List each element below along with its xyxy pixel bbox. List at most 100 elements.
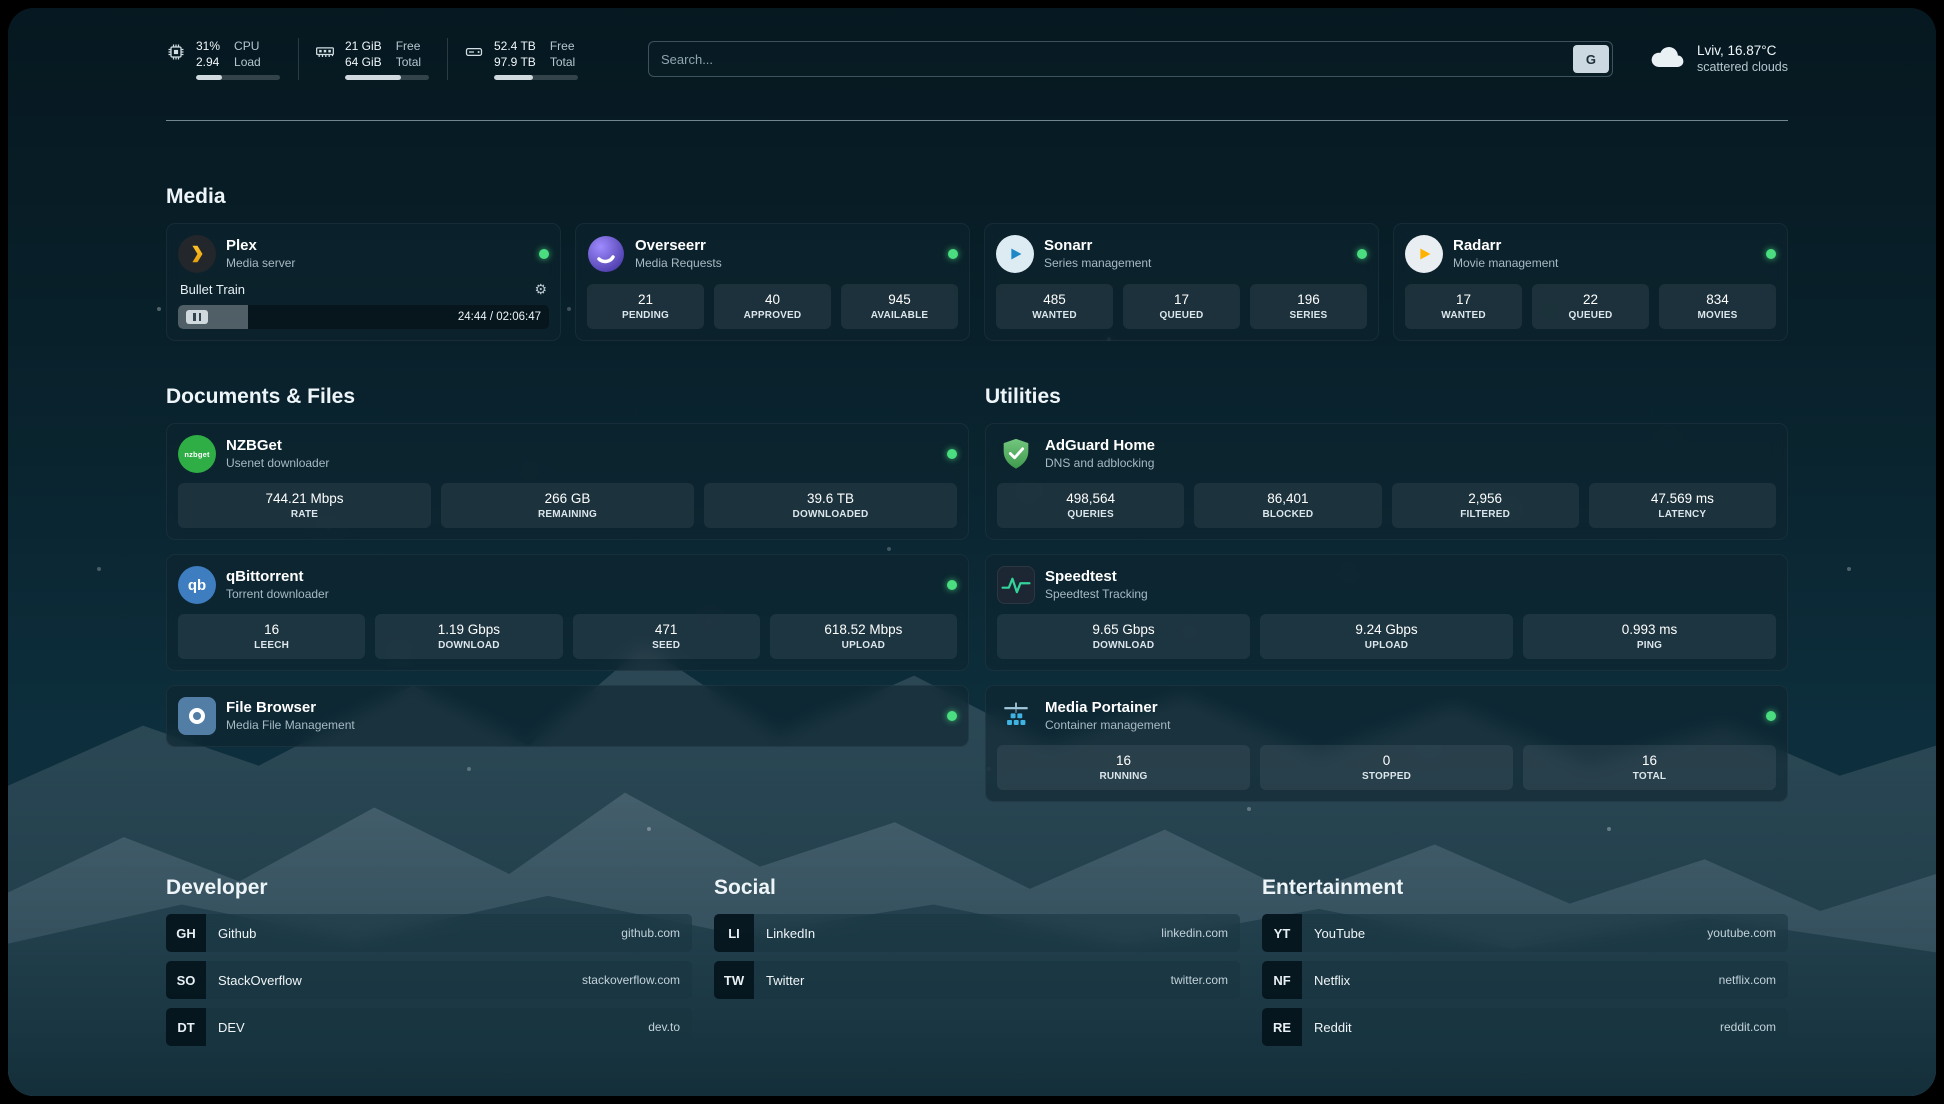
memory-free-value: 21 GiB (345, 38, 382, 54)
overseerr-icon (587, 235, 625, 273)
stat-value: 0 (1264, 753, 1509, 768)
disk-total-value: 97.9 TB (494, 54, 536, 70)
bookmark-url: dev.to (648, 1020, 680, 1034)
bookmark-url: youtube.com (1707, 926, 1776, 940)
status-dot (1766, 711, 1776, 721)
bookmark-stackoverflow[interactable]: SO StackOverflow stackoverflow.com (166, 961, 692, 999)
service-card-filebrowser[interactable]: File Browser Media File Management (166, 685, 969, 747)
stat-movies: 834 MOVIES (1659, 284, 1776, 329)
stat-wanted: 17 WANTED (1405, 284, 1522, 329)
stat-downloaded: 39.6 TB DOWNLOADED (704, 483, 957, 528)
stat-running: 16 RUNNING (997, 745, 1250, 790)
bookmark-name: Reddit (1314, 1020, 1352, 1035)
stat-value: 16 (182, 622, 361, 637)
service-card-radarr[interactable]: Radarr Movie management 17 WANTED 22 QUE… (1393, 223, 1788, 341)
bookmark-reddit[interactable]: RE Reddit reddit.com (1262, 1008, 1788, 1046)
stat-value: 86,401 (1198, 491, 1377, 506)
service-card-qbittorrent[interactable]: qb qBittorrent Torrent downloader 16 LEE… (166, 554, 969, 671)
qbittorrent-icon: qb (178, 566, 216, 604)
stat-value: 266 GB (445, 491, 690, 506)
stat-label: QUERIES (1001, 509, 1180, 520)
stat-leech: 16 LEECH (178, 614, 365, 659)
portainer-icon (997, 697, 1035, 735)
bookmark-twitter[interactable]: TW Twitter twitter.com (714, 961, 1240, 999)
weather-widget: Lviv, 16.87°C scattered clouds (1649, 42, 1788, 76)
section-title-documents: Documents & Files (166, 385, 969, 409)
section-title-entertainment: Entertainment (1262, 876, 1788, 900)
stat-label: QUEUED (1127, 310, 1236, 321)
stat-value: 16 (1001, 753, 1246, 768)
section-documents-files: Documents & Files nzbget NZBGet Usenet d… (166, 385, 969, 761)
stat-value: 945 (845, 292, 954, 307)
bookmark-dev[interactable]: DT DEV dev.to (166, 1008, 692, 1046)
bookmark-github[interactable]: GH Github github.com (166, 914, 692, 952)
bookmark-name: Twitter (766, 973, 804, 988)
stat-stopped: 0 STOPPED (1260, 745, 1513, 790)
section-title-media: Media (166, 185, 1788, 209)
search-bar[interactable]: G (648, 41, 1613, 77)
service-name: Media Portainer (1045, 699, 1170, 716)
service-card-plex[interactable]: Plex Media server Bullet Train ⚙ (166, 223, 561, 341)
stat-label: DOWNLOADED (708, 509, 953, 520)
stat-queued: 22 QUEUED (1532, 284, 1649, 329)
bookmark-youtube[interactable]: YT YouTube youtube.com (1262, 914, 1788, 952)
sonarr-icon (996, 235, 1034, 273)
adguard-icon (997, 435, 1035, 473)
stat-approved: 40 APPROVED (714, 284, 831, 329)
bookmark-url: linkedin.com (1161, 926, 1228, 940)
service-card-sonarr[interactable]: Sonarr Series management 485 WANTED 17 Q… (984, 223, 1379, 341)
cpu-icon (166, 42, 186, 62)
stat-upload: 618.52 Mbps UPLOAD (770, 614, 957, 659)
bookmark-linkedin[interactable]: LI LinkedIn linkedin.com (714, 914, 1240, 952)
cpu-label-1: CPU (234, 38, 261, 54)
memory-progress-track (345, 75, 429, 80)
stat-value: 744.21 Mbps (182, 491, 427, 506)
service-card-nzbget[interactable]: nzbget NZBGet Usenet downloader 744.21 M… (166, 423, 969, 540)
service-subtitle: DNS and adblocking (1045, 455, 1155, 472)
bookmark-netflix[interactable]: NF Netflix netflix.com (1262, 961, 1788, 999)
section-utilities: Utilities AdGuard (985, 385, 1788, 816)
service-card-overseerr[interactable]: Overseerr Media Requests 21 PENDING 40 A… (575, 223, 970, 341)
bookmarks-social: Social LI LinkedIn linkedin.com TW Twitt… (714, 876, 1240, 1008)
search-input[interactable] (661, 52, 1573, 67)
disk-label-1: Free (550, 38, 575, 54)
stat-label: AVAILABLE (845, 310, 954, 321)
bookmark-abbr: YT (1262, 914, 1302, 952)
stat-label: WANTED (1000, 310, 1109, 321)
bookmark-url: github.com (621, 926, 680, 940)
bookmark-url: netflix.com (1719, 973, 1776, 987)
bookmarks-developer: Developer GH Github github.com SO StackO… (166, 876, 692, 1055)
stat-rate: 744.21 Mbps RATE (178, 483, 431, 528)
service-name: Sonarr (1044, 237, 1151, 254)
stat-series: 196 SERIES (1250, 284, 1367, 329)
cpu-value: 31% (196, 38, 220, 54)
memory-progress-fill (345, 75, 401, 80)
playback-progress-bar[interactable]: 24:44 / 02:06:47 (178, 305, 549, 329)
stat-value: 471 (577, 622, 756, 637)
stat-value: 2,956 (1396, 491, 1575, 506)
service-name: Radarr (1453, 237, 1558, 254)
dashboard-content: 31% 2.94 CPU Load (8, 8, 1936, 1096)
service-name: Plex (226, 237, 295, 254)
service-card-speedtest[interactable]: Speedtest Speedtest Tracking 9.65 Gbps D… (985, 554, 1788, 671)
status-dot (947, 580, 957, 590)
cpu-load-avg: 2.94 (196, 54, 220, 70)
playback-time: 24:44 / 02:06:47 (458, 311, 541, 323)
pause-button[interactable] (186, 310, 208, 324)
service-card-portainer[interactable]: Media Portainer Container management 16 … (985, 685, 1788, 802)
stat-value: 485 (1000, 292, 1109, 307)
stat-value: 0.993 ms (1527, 622, 1772, 637)
bookmark-name: Github (218, 926, 256, 941)
stat-label: LATENCY (1593, 509, 1772, 520)
stat-label: TOTAL (1527, 771, 1772, 782)
gear-icon[interactable]: ⚙ (534, 281, 547, 298)
cloud-icon (1649, 43, 1687, 75)
service-name: Overseerr (635, 237, 722, 254)
stat-label: REMAINING (445, 509, 690, 520)
service-subtitle: Media File Management (226, 717, 355, 734)
service-card-adguard[interactable]: AdGuard Home DNS and adblocking 498,564 … (985, 423, 1788, 540)
memory-icon (315, 42, 335, 62)
search-provider-button[interactable]: G (1573, 45, 1609, 73)
now-playing-title: Bullet Train (180, 282, 245, 297)
bookmark-abbr: LI (714, 914, 754, 952)
